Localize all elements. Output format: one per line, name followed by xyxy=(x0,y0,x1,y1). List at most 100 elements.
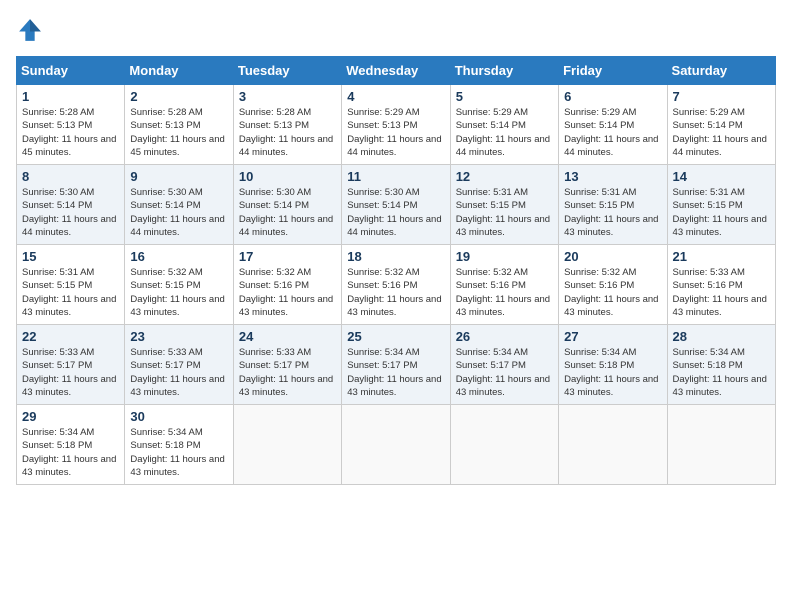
day-number: 21 xyxy=(673,249,770,264)
calendar-cell: 30 Sunrise: 5:34 AM Sunset: 5:18 PM Dayli… xyxy=(125,405,233,485)
day-cell-content: Sunrise: 5:29 AM Sunset: 5:13 PM Dayligh… xyxy=(347,106,444,159)
day-number: 8 xyxy=(22,169,119,184)
day-cell-content: Sunrise: 5:31 AM Sunset: 5:15 PM Dayligh… xyxy=(564,186,661,239)
calendar-cell: 28Sunrise: 5:34 AM Sunset: 5:18 PM Dayli… xyxy=(667,325,775,405)
day-number: 16 xyxy=(130,249,227,264)
calendar-cell: 18 Sunrise: 5:32 AM Sunset: 5:16 PM Dayli… xyxy=(342,245,450,325)
day-cell-content: Sunrise: 5:32 AM Sunset: 5:16 PM Dayligh… xyxy=(564,266,661,319)
calendar-week-row: 15 Sunrise: 5:31 AM Sunset: 5:15 PM Dayli… xyxy=(17,245,776,325)
weekday-header-cell: Friday xyxy=(559,57,667,85)
day-cell-content: Sunrise: 5:33 AM Sunset: 5:17 PM Dayligh… xyxy=(130,346,227,399)
day-cell-content: Sunrise: 5:34 AM Sunset: 5:18 PM Dayligh… xyxy=(130,426,227,479)
calendar-cell: 5 Sunrise: 5:29 AM Sunset: 5:14 PM Daylig… xyxy=(450,85,558,165)
page-header xyxy=(16,16,776,44)
calendar-cell: 17 Sunrise: 5:32 AM Sunset: 5:16 PM Dayli… xyxy=(233,245,341,325)
calendar-cell: 29Sunrise: 5:34 AM Sunset: 5:18 PM Dayli… xyxy=(17,405,125,485)
calendar-cell: 16 Sunrise: 5:32 AM Sunset: 5:15 PM Dayli… xyxy=(125,245,233,325)
day-number: 7 xyxy=(673,89,770,104)
calendar-week-row: 29 Sunrise: 5:34 AM Sunset: 5:18 PM Dayli… xyxy=(17,405,776,485)
calendar-cell: 22Sunrise: 5:33 AM Sunset: 5:17 PM Dayli… xyxy=(17,325,125,405)
calendar-cell: 26 Sunrise: 5:34 AM Sunset: 5:17 PM Dayli… xyxy=(450,325,558,405)
calendar-cell: 20 Sunrise: 5:32 AM Sunset: 5:16 PM Dayli… xyxy=(559,245,667,325)
day-cell-content: Sunrise: 5:30 AM Sunset: 5:14 PM Dayligh… xyxy=(347,186,444,239)
calendar-cell: 25 Sunrise: 5:34 AM Sunset: 5:17 PM Dayli… xyxy=(342,325,450,405)
calendar-body: 1 Sunrise: 5:28 AM Sunset: 5:13 PM Daylig… xyxy=(17,85,776,485)
day-cell-content: Sunrise: 5:31 AM Sunset: 5:15 PM Dayligh… xyxy=(456,186,553,239)
day-cell-content: Sunrise: 5:31 AM Sunset: 5:15 PM Dayligh… xyxy=(673,186,770,239)
day-cell-content: Sunrise: 5:28 AM Sunset: 5:13 PM Dayligh… xyxy=(22,106,119,159)
calendar-cell: 14 Sunrise: 5:31 AM Sunset: 5:15 PM Dayli… xyxy=(667,165,775,245)
weekday-header-cell: Thursday xyxy=(450,57,558,85)
day-cell-content: Sunrise: 5:31 AM Sunset: 5:15 PM Dayligh… xyxy=(22,266,119,319)
day-cell-content: Sunrise: 5:32 AM Sunset: 5:16 PM Dayligh… xyxy=(347,266,444,319)
weekday-header-row: SundayMondayTuesdayWednesdayThursdayFrid… xyxy=(17,57,776,85)
day-number: 20 xyxy=(564,249,661,264)
day-cell-content: Sunrise: 5:32 AM Sunset: 5:16 PM Dayligh… xyxy=(239,266,336,319)
day-cell-content: Sunrise: 5:34 AM Sunset: 5:17 PM Dayligh… xyxy=(347,346,444,399)
day-cell-content: Sunrise: 5:28 AM Sunset: 5:13 PM Dayligh… xyxy=(239,106,336,159)
day-number: 2 xyxy=(130,89,227,104)
calendar-cell xyxy=(233,405,341,485)
calendar-cell: 15 Sunrise: 5:31 AM Sunset: 5:15 PM Dayli… xyxy=(17,245,125,325)
day-number: 1 xyxy=(22,89,119,104)
calendar-cell: 24Sunrise: 5:33 AM Sunset: 5:17 PM Dayli… xyxy=(233,325,341,405)
calendar-cell: 6Sunrise: 5:29 AM Sunset: 5:14 PM Daylig… xyxy=(559,85,667,165)
day-number: 29 xyxy=(22,409,119,424)
day-number: 19 xyxy=(456,249,553,264)
day-number: 14 xyxy=(673,169,770,184)
day-number: 18 xyxy=(347,249,444,264)
calendar-table: SundayMondayTuesdayWednesdayThursdayFrid… xyxy=(16,56,776,485)
day-cell-content: Sunrise: 5:29 AM Sunset: 5:14 PM Dayligh… xyxy=(673,106,770,159)
day-number: 9 xyxy=(130,169,227,184)
weekday-header-cell: Wednesday xyxy=(342,57,450,85)
calendar-cell: 23 Sunrise: 5:33 AM Sunset: 5:17 PM Dayli… xyxy=(125,325,233,405)
day-cell-content: Sunrise: 5:30 AM Sunset: 5:14 PM Dayligh… xyxy=(22,186,119,239)
calendar-cell xyxy=(559,405,667,485)
day-cell-content: Sunrise: 5:33 AM Sunset: 5:17 PM Dayligh… xyxy=(22,346,119,399)
logo-icon xyxy=(16,16,44,44)
calendar-cell: 11 Sunrise: 5:30 AM Sunset: 5:14 PM Dayli… xyxy=(342,165,450,245)
calendar-cell: 2 Sunrise: 5:28 AM Sunset: 5:13 PM Daylig… xyxy=(125,85,233,165)
day-number: 25 xyxy=(347,329,444,344)
day-cell-content: Sunrise: 5:28 AM Sunset: 5:13 PM Dayligh… xyxy=(130,106,227,159)
day-cell-content: Sunrise: 5:29 AM Sunset: 5:14 PM Dayligh… xyxy=(564,106,661,159)
day-cell-content: Sunrise: 5:34 AM Sunset: 5:17 PM Dayligh… xyxy=(456,346,553,399)
day-number: 23 xyxy=(130,329,227,344)
day-number: 26 xyxy=(456,329,553,344)
calendar-cell xyxy=(667,405,775,485)
day-cell-content: Sunrise: 5:33 AM Sunset: 5:17 PM Dayligh… xyxy=(239,346,336,399)
calendar-week-row: 8 Sunrise: 5:30 AM Sunset: 5:14 PM Daylig… xyxy=(17,165,776,245)
weekday-header-cell: Monday xyxy=(125,57,233,85)
day-number: 3 xyxy=(239,89,336,104)
day-number: 13 xyxy=(564,169,661,184)
calendar-cell xyxy=(342,405,450,485)
weekday-header-cell: Saturday xyxy=(667,57,775,85)
day-cell-content: Sunrise: 5:34 AM Sunset: 5:18 PM Dayligh… xyxy=(564,346,661,399)
day-cell-content: Sunrise: 5:30 AM Sunset: 5:14 PM Dayligh… xyxy=(130,186,227,239)
day-cell-content: Sunrise: 5:30 AM Sunset: 5:14 PM Dayligh… xyxy=(239,186,336,239)
day-cell-content: Sunrise: 5:29 AM Sunset: 5:14 PM Dayligh… xyxy=(456,106,553,159)
calendar-week-row: 1 Sunrise: 5:28 AM Sunset: 5:13 PM Daylig… xyxy=(17,85,776,165)
weekday-header-cell: Sunday xyxy=(17,57,125,85)
calendar-cell: 7 Sunrise: 5:29 AM Sunset: 5:14 PM Daylig… xyxy=(667,85,775,165)
day-number: 11 xyxy=(347,169,444,184)
calendar-cell: 4Sunrise: 5:29 AM Sunset: 5:13 PM Daylig… xyxy=(342,85,450,165)
day-number: 5 xyxy=(456,89,553,104)
calendar-cell: 9 Sunrise: 5:30 AM Sunset: 5:14 PM Daylig… xyxy=(125,165,233,245)
day-number: 17 xyxy=(239,249,336,264)
day-cell-content: Sunrise: 5:32 AM Sunset: 5:15 PM Dayligh… xyxy=(130,266,227,319)
weekday-header-cell: Tuesday xyxy=(233,57,341,85)
day-number: 12 xyxy=(456,169,553,184)
logo xyxy=(16,16,48,44)
calendar-cell: 13 Sunrise: 5:31 AM Sunset: 5:15 PM Dayli… xyxy=(559,165,667,245)
calendar-cell: 21 Sunrise: 5:33 AM Sunset: 5:16 PM Dayli… xyxy=(667,245,775,325)
calendar-week-row: 22Sunrise: 5:33 AM Sunset: 5:17 PM Dayli… xyxy=(17,325,776,405)
day-cell-content: Sunrise: 5:32 AM Sunset: 5:16 PM Dayligh… xyxy=(456,266,553,319)
day-number: 27 xyxy=(564,329,661,344)
day-number: 28 xyxy=(673,329,770,344)
day-number: 15 xyxy=(22,249,119,264)
calendar-cell: 8 Sunrise: 5:30 AM Sunset: 5:14 PM Daylig… xyxy=(17,165,125,245)
day-number: 30 xyxy=(130,409,227,424)
day-cell-content: Sunrise: 5:33 AM Sunset: 5:16 PM Dayligh… xyxy=(673,266,770,319)
calendar-cell: 10Sunrise: 5:30 AM Sunset: 5:14 PM Dayli… xyxy=(233,165,341,245)
